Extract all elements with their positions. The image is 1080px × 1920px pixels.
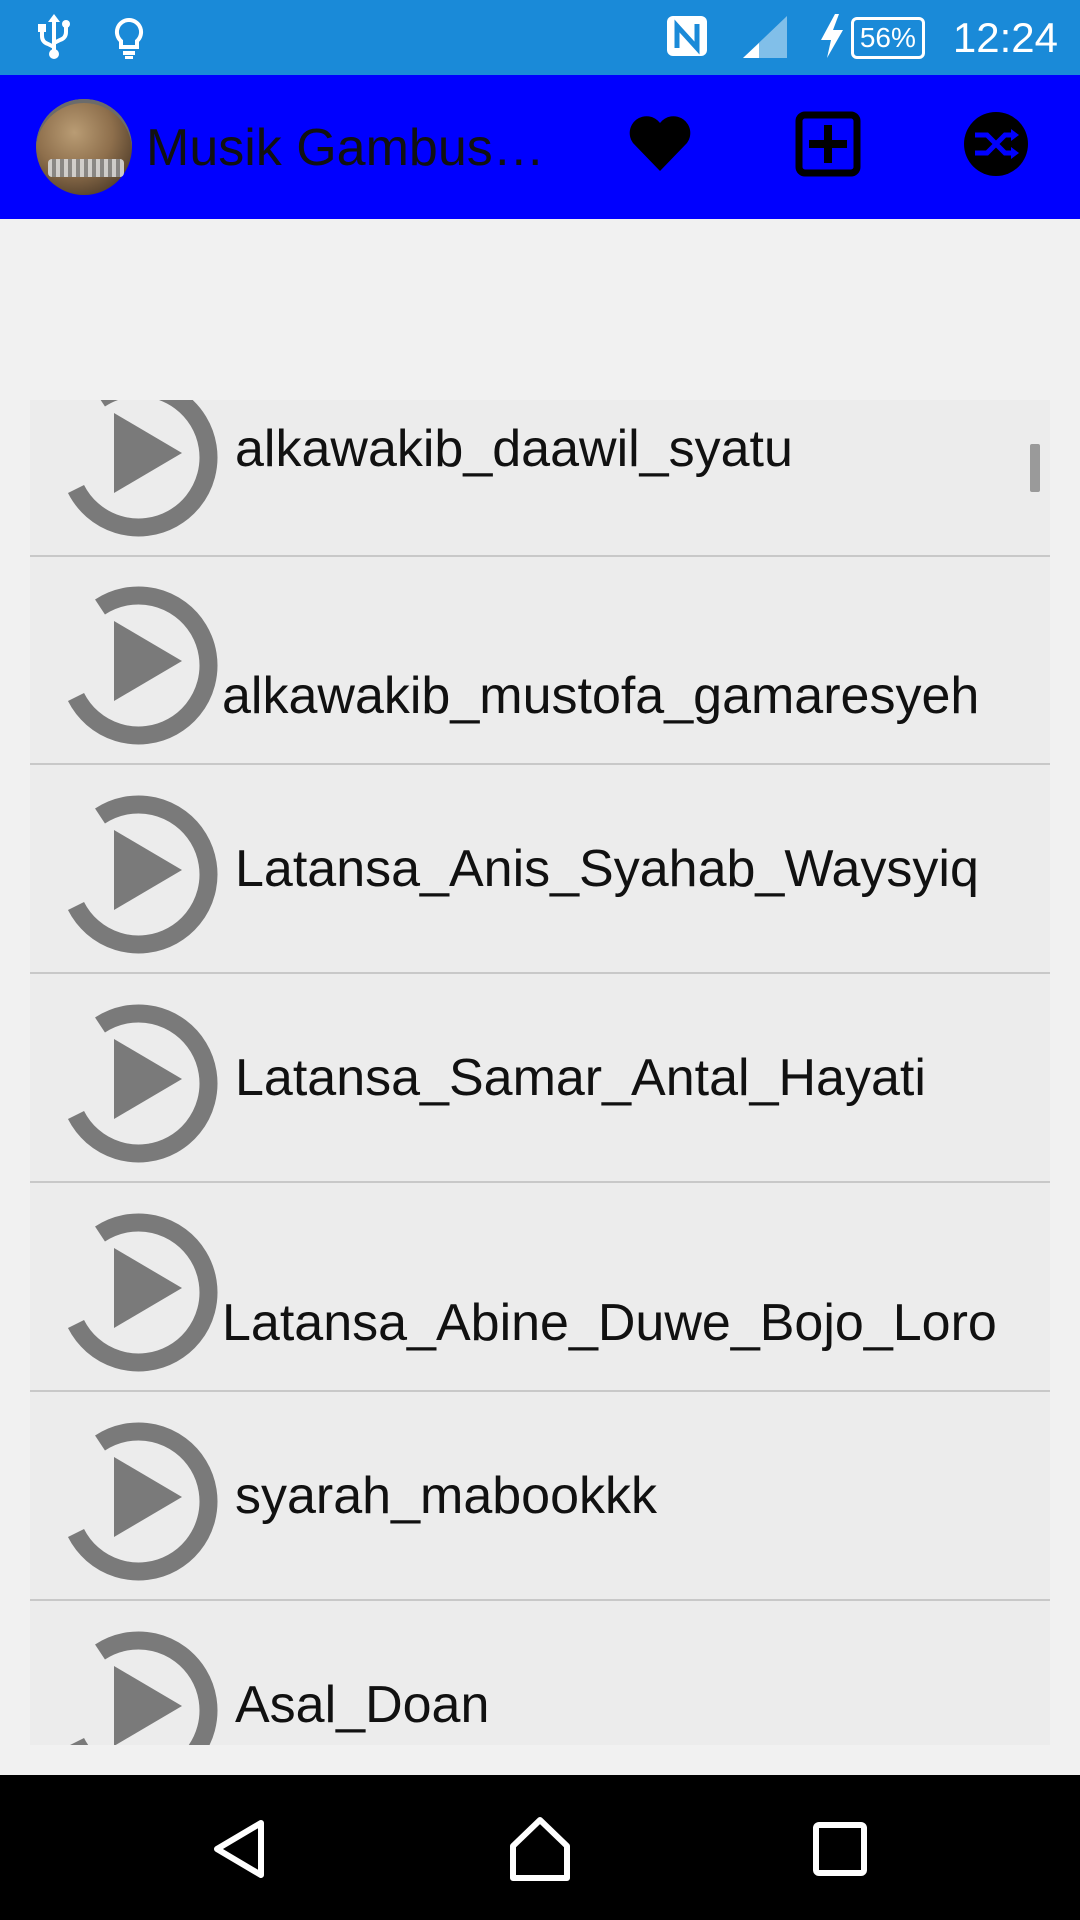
status-bar: 56% 12:24 — [0, 0, 1080, 75]
battery-icon: 56% — [850, 17, 925, 59]
navigation-bar — [0, 1775, 1080, 1920]
song-item[interactable]: alkawakib_mustofa_gamaresyeh — [30, 555, 1050, 765]
song-item[interactable]: Latansa_Abine_Duwe_Bojo_Loro — [30, 1182, 1050, 1392]
song-title: syarah_mabookkk — [235, 1467, 657, 1525]
heart-icon — [625, 109, 695, 184]
song-item[interactable]: alkawakib_daawil_syatu — [30, 400, 1050, 557]
song-list[interactable]: alkawakib_daawil_syatu alkawakib_mustofa… — [30, 400, 1050, 1745]
song-item[interactable]: syarah_mabookkk — [30, 1391, 1050, 1601]
battery-percent: 56% — [859, 22, 916, 53]
song-item[interactable]: Latansa_Samar_Antal_Hayati — [30, 973, 1050, 1183]
bulb-icon — [112, 14, 146, 65]
song-title: alkawakib_daawil_syatu — [235, 420, 793, 478]
recents-button[interactable] — [800, 1811, 880, 1891]
play-circle-icon — [52, 1196, 232, 1376]
add-box-icon — [793, 109, 863, 184]
play-circle-icon — [52, 1614, 232, 1745]
back-icon — [209, 1817, 273, 1886]
back-button[interactable] — [201, 1811, 281, 1891]
play-circle-icon — [52, 569, 232, 749]
recents-icon — [810, 1819, 870, 1884]
play-circle-icon — [52, 987, 232, 1167]
song-title: Latansa_Abine_Duwe_Bojo_Loro — [222, 1294, 997, 1352]
shuffle-icon — [961, 109, 1031, 184]
app-bar: Musik Gambus… — [0, 75, 1080, 219]
signal-icon — [739, 12, 791, 65]
play-circle-icon — [52, 1405, 232, 1585]
app-logo — [36, 99, 132, 195]
song-item[interactable]: Latansa_Anis_Syahab_Waysyiq — [30, 764, 1050, 974]
usb-icon — [36, 14, 72, 65]
play-circle-icon — [52, 778, 232, 958]
nfc-icon — [663, 12, 711, 65]
song-title: Asal_Doan — [235, 1676, 490, 1734]
shuffle-button[interactable] — [951, 101, 1041, 191]
song-title: Latansa_Samar_Antal_Hayati — [235, 1049, 926, 1107]
add-button[interactable] — [783, 101, 873, 191]
favorites-button[interactable] — [615, 101, 705, 191]
play-circle-icon — [52, 400, 232, 541]
scrollbar-thumb[interactable] — [1030, 444, 1040, 492]
clock: 12:24 — [952, 14, 1058, 61]
app-title: Musik Gambus… — [146, 119, 545, 177]
song-title: alkawakib_mustofa_gamaresyeh — [222, 667, 980, 725]
home-icon — [505, 1814, 575, 1889]
charging-icon — [819, 13, 845, 63]
home-button[interactable] — [500, 1811, 580, 1891]
song-title: Latansa_Anis_Syahab_Waysyiq — [235, 840, 979, 898]
song-item[interactable]: Asal_Doan — [30, 1600, 1050, 1745]
